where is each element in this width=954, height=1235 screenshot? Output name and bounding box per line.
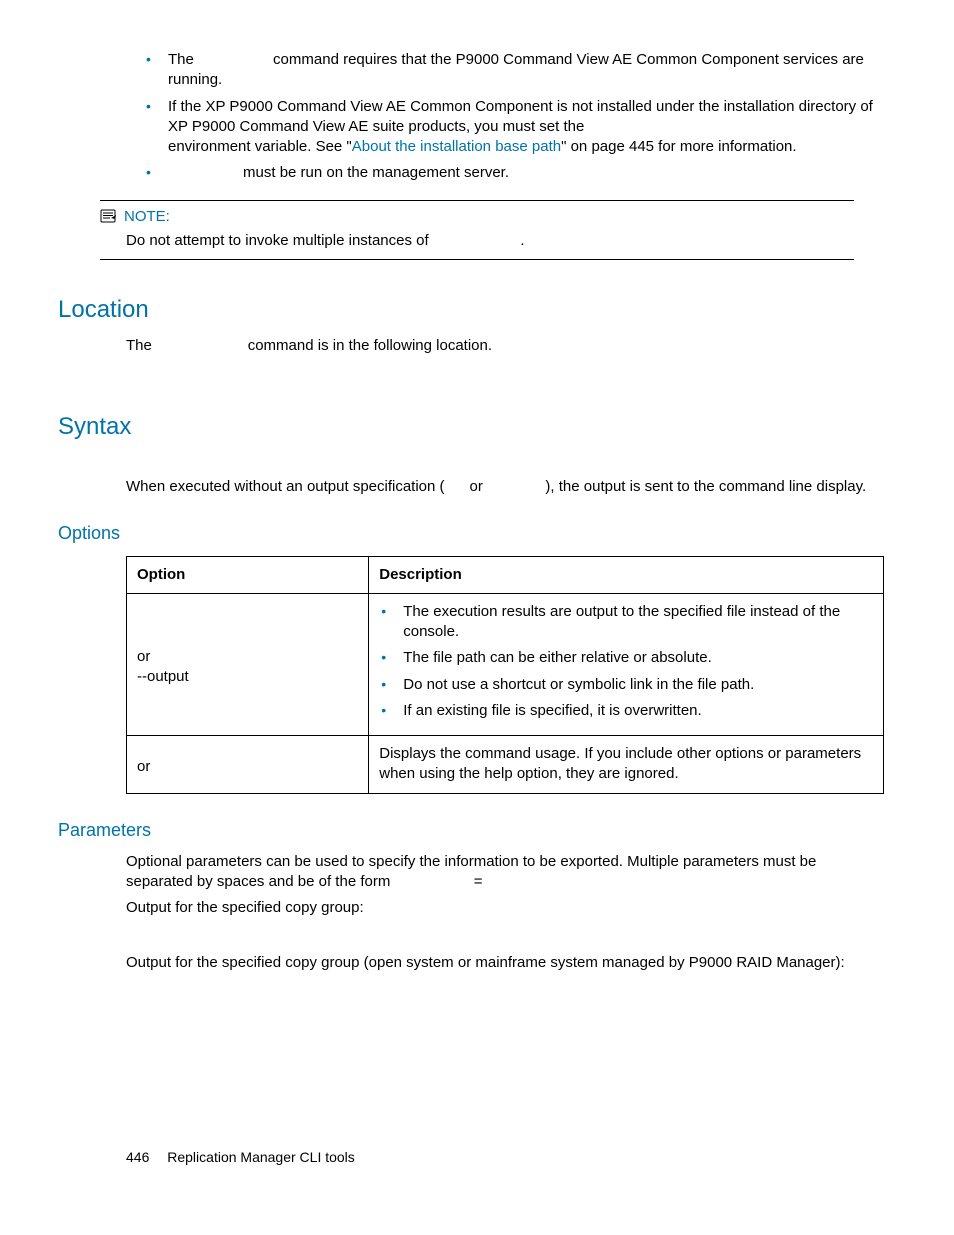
divider [100,200,854,201]
cmd-placeholder [198,51,269,68]
heading-options: Options [58,521,884,545]
param-p3: Output for the specified copy group (ope… [126,953,884,973]
text: The [168,51,198,68]
page-number: 446 [126,1149,149,1165]
param-value-placeholder [487,873,516,890]
text: must be run on the management server. [243,164,509,181]
param-p2: Output for the specified copy group: [126,898,884,918]
list-item: Do not use a shortcut or symbolic link i… [381,675,873,695]
list-item: If an existing file is specified, it is … [381,701,873,721]
text: command is in the following location. [248,337,492,354]
intro-bullet-1: The command requires that the P9000 Comm… [146,50,884,91]
cmd-placeholder [168,164,239,181]
text: . [520,232,524,249]
option-cell: or [127,736,369,794]
link-install-base-path[interactable]: About the installation base path [352,138,561,155]
intro-block: The command requires that the P9000 Comm… [126,50,884,184]
intro-bullet-3: must be run on the management server. [146,163,884,183]
divider [100,259,854,260]
list-item: The execution results are output to the … [381,602,873,643]
opt-conj: or [137,757,358,777]
intro-bullets: The command requires that the P9000 Comm… [146,50,884,184]
opt-conj: or [137,647,358,667]
desc-text: Displays the command usage. If you inclu… [379,745,861,782]
note-box: NOTE: Do not attempt to invoke multiple … [100,200,854,261]
text: Optional parameters can be used to speci… [126,853,816,890]
list-item: The file path can be either relative or … [381,648,873,668]
desc-bullets: The execution results are output to the … [381,602,873,721]
location-text: The command is in the following location… [126,336,884,356]
note-header: NOTE: [100,207,854,227]
cmd-placeholder [156,337,244,354]
param-name-placeholder [395,873,470,890]
text: The [126,337,156,354]
text: " on page 445 for more information. [561,138,796,155]
note-icon [100,209,118,225]
cmd-placeholder [433,232,516,249]
footer-title: Replication Manager CLI tools [167,1149,355,1165]
opt-placeholder [487,478,541,495]
text: command requires that the P9000 Command … [168,51,864,88]
opt-line: --output [137,668,189,685]
page: The command requires that the P9000 Comm… [0,0,954,1019]
table-row: or Displays the command usage. If you in… [127,736,884,794]
text: ), the output is sent to the command lin… [545,478,866,495]
note-title: NOTE: [124,207,170,227]
page-footer: 446 Replication Manager CLI tools [126,1148,355,1167]
heading-syntax: Syntax [58,411,884,443]
note-body: Do not attempt to invoke multiple instan… [126,231,854,251]
options-table: Option Description or --output The execu… [126,556,884,794]
param-p1: Optional parameters can be used to speci… [126,852,884,893]
parameters-body: Optional parameters can be used to speci… [126,852,884,973]
heading-parameters: Parameters [58,818,884,842]
desc-cell: Displays the command usage. If you inclu… [369,736,884,794]
intro-bullet-2: If the XP P9000 Command View AE Common C… [146,97,884,158]
text: When executed without an output specific… [126,478,445,495]
text: If the XP P9000 Command View AE Common C… [168,98,873,135]
location-body: The command is in the following location… [126,336,884,356]
th-description: Description [369,556,884,593]
syntax-body: When executed without an output specific… [126,477,884,497]
text: or [470,478,488,495]
th-option: Option [127,556,369,593]
text: Do not attempt to invoke multiple instan… [126,232,433,249]
text: environment variable. See " [168,138,352,155]
option-cell: or --output [127,593,369,735]
heading-location: Location [58,294,884,326]
env-var-placeholder [589,118,631,135]
opt-placeholder [449,478,466,495]
equals: = [474,873,483,890]
syntax-text: When executed without an output specific… [126,477,884,497]
table-row: or --output The execution results are ou… [127,593,884,735]
desc-cell: The execution results are output to the … [369,593,884,735]
